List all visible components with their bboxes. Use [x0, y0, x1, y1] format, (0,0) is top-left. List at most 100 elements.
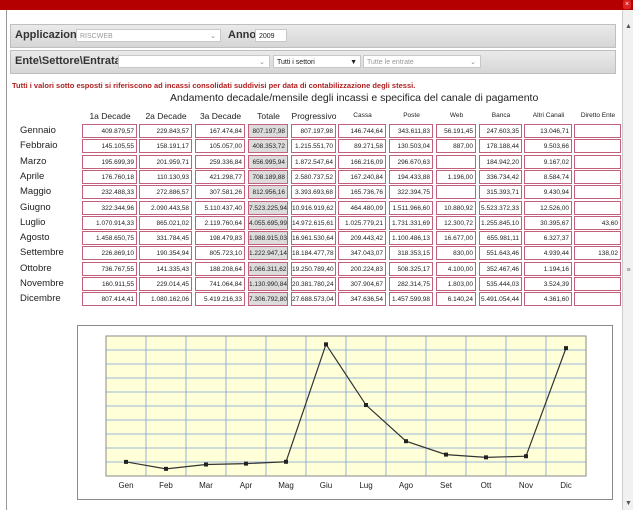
column-header: Banca: [491, 112, 511, 119]
table-cell: 307.904,67: [338, 277, 386, 291]
table-cell: 14.972.615,61: [291, 216, 336, 230]
x-tick-label: Set: [440, 481, 453, 490]
table-cell: 56.191,45: [436, 124, 476, 138]
title-bar: ×: [0, 0, 633, 10]
settori-select[interactable]: Tutti i settori ▼: [273, 55, 361, 68]
row-label: Giugno: [20, 202, 51, 213]
table-cell: 30.395,67: [524, 216, 572, 230]
chart-svg: Gen Feb Mar Apr Mag Giu Lug Ago Set Ott Nov Dic: [105, 335, 587, 490]
row-label: Agosto: [20, 232, 50, 243]
x-tick-label: Lug: [359, 481, 372, 490]
table-cell: 5.491.054,44: [479, 292, 522, 306]
row-label: Maggio: [20, 186, 52, 197]
table-cell: 5.110.437,40: [195, 201, 245, 215]
table-cell: [574, 185, 621, 199]
table-cell: 318.353,15: [389, 246, 433, 260]
filter-bar-ente: Ente\Settore\Entrata ⌄ Tutti i settori ▼ …: [10, 50, 616, 74]
ente-select[interactable]: ⌄: [118, 55, 270, 68]
table-cell: 20.381.780,24: [291, 277, 336, 291]
table-cell: 343.611,83: [389, 124, 433, 138]
table-cell: 188.208,64: [195, 262, 245, 276]
scroll-down-icon[interactable]: ▼: [624, 499, 633, 508]
table-cell: [574, 262, 621, 276]
table-cell: 12.526,00: [524, 201, 572, 215]
table-cell: [574, 277, 621, 291]
column-header: Diretto Ente: [580, 112, 616, 119]
x-tick-label: Apr: [240, 481, 253, 490]
table-cell: 1.988.915,03: [248, 231, 288, 245]
data-point: [124, 459, 128, 464]
table-cell: 3.524,39: [524, 277, 572, 291]
table-cell: 4.055.695,99: [248, 216, 288, 230]
table-cell: 322.394,75: [389, 185, 433, 199]
table-cell: 4.939,44: [524, 246, 572, 260]
table-cell: 184.942,20: [479, 155, 522, 169]
scroll-up-icon[interactable]: ▲: [624, 22, 633, 31]
table-cell: [574, 155, 621, 169]
column-header: Cassa: [353, 112, 372, 119]
table-cell: 130.503,04: [389, 139, 433, 153]
table-cell: 1.731.331,69: [389, 216, 433, 230]
table-cell: 807.414,41: [82, 292, 137, 306]
table-cell: 7.306.792,80: [248, 292, 288, 306]
ente-label: Ente\Settore\Entrata: [15, 55, 121, 67]
table-cell: 160.911,55: [82, 277, 137, 291]
table-cell: 18.184.477,78: [291, 246, 336, 260]
app-label: Applicazione: [15, 29, 83, 41]
vertical-scrollbar[interactable]: ▲ ≡ ▼: [622, 10, 633, 510]
x-tick-label: Gen: [118, 481, 133, 490]
table-cell: 1.255.845,10: [479, 216, 522, 230]
table-cell: 1.222.947,14: [248, 246, 288, 260]
data-point: [324, 342, 328, 347]
data-point: [524, 454, 528, 459]
table-cell: 1.803,00: [436, 277, 476, 291]
table-cell: 1.458.650,75: [82, 231, 137, 245]
table-cell: 1.457.599,98: [389, 292, 433, 306]
table-cell: 166.216,09: [338, 155, 386, 169]
data-point: [564, 346, 568, 351]
table-cell: 259.336,84: [195, 155, 245, 169]
table-cell: 9.503,66: [524, 139, 572, 153]
column-header: Progressivo: [291, 111, 337, 121]
data-point: [164, 466, 168, 471]
table-cell: 315.393,71: [479, 185, 522, 199]
table-cell: 272.886,57: [139, 185, 192, 199]
table-cell: 167.240,84: [338, 170, 386, 184]
table-cell: 830,00: [436, 246, 476, 260]
table-cell: 9.430,94: [524, 185, 572, 199]
column-header: 1a Decade: [89, 111, 131, 121]
table-cell: 247.603,35: [479, 124, 522, 138]
table-cell: 2.090.443,58: [139, 201, 192, 215]
table-cell: 195.699,39: [82, 155, 137, 169]
scroll-grip-icon[interactable]: ≡: [624, 267, 633, 274]
app-select[interactable]: RISCWEB ⌄: [76, 29, 221, 42]
table-cell: 200.224,83: [338, 262, 386, 276]
column-header: 3a Decade: [199, 111, 242, 121]
table-cell: 89.271,58: [338, 139, 386, 153]
table-cell: 812.956,16: [248, 185, 288, 199]
table-cell: 409.879,57: [82, 124, 137, 138]
table-cell: 408.353,72: [248, 139, 288, 153]
close-icon[interactable]: ×: [623, 0, 631, 9]
table-cell: 865.021,02: [139, 216, 192, 230]
data-point: [404, 439, 408, 444]
table-cell: 741.064,84: [195, 277, 245, 291]
table-cell: 165.736,76: [338, 185, 386, 199]
table-cell: 229.843,57: [139, 124, 192, 138]
row-label: Marzo: [20, 156, 47, 167]
year-label: Anno: [228, 29, 257, 41]
filter-bar-app: Applicazione RISCWEB ⌄ Anno 2009: [10, 24, 616, 48]
table-cell: 5.419.216,33: [195, 292, 245, 306]
table-cell: 347.636,54: [338, 292, 386, 306]
row-label: Ottobre: [20, 263, 52, 274]
table-cell: 535.444,03: [479, 277, 522, 291]
year-field[interactable]: 2009: [255, 29, 287, 42]
row-label: Settembre: [20, 247, 64, 258]
table-cell: [436, 155, 476, 169]
data-point: [444, 452, 448, 457]
table-cell: 307.581,26: [195, 185, 245, 199]
table-cell: 16.677,00: [436, 231, 476, 245]
entrate-select[interactable]: Tutte le entrate ⌄: [363, 55, 481, 68]
table-cell: 201.959,71: [139, 155, 192, 169]
table-cell: 10.916.919,62: [291, 201, 336, 215]
